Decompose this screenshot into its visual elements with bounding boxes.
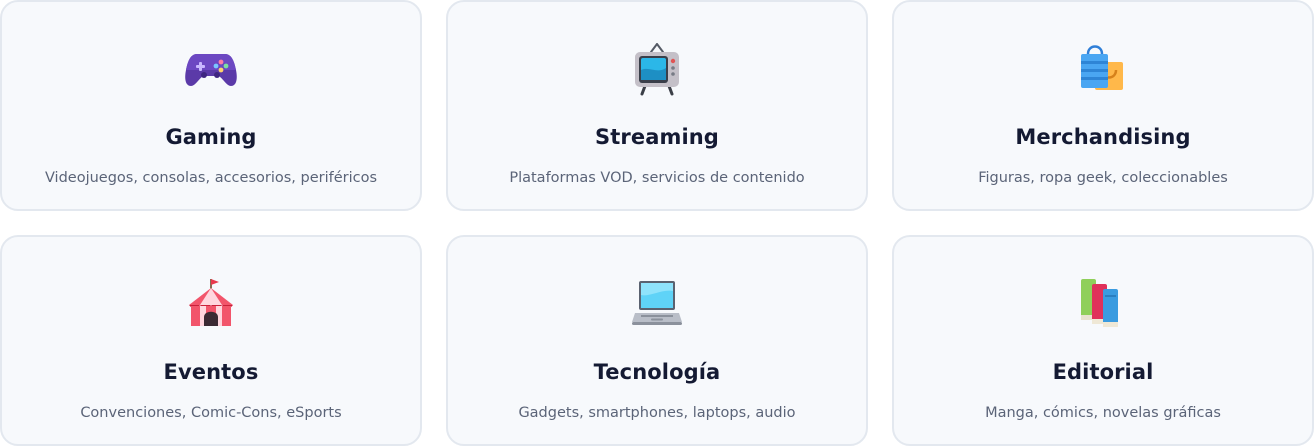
category-title: Merchandising	[1015, 125, 1191, 149]
circus-tent-icon	[183, 275, 239, 331]
category-title: Editorial	[1052, 360, 1154, 384]
category-card-merchandising[interactable]: Merchandising Figuras, ropa geek, colecc…	[892, 0, 1314, 211]
category-title: Streaming	[595, 125, 719, 149]
category-description: Videojuegos, consolas, accesorios, perif…	[44, 170, 378, 186]
category-description: Convenciones, Comic-Cons, eSports	[80, 405, 342, 421]
television-icon	[629, 40, 685, 96]
laptop-icon	[629, 275, 685, 331]
category-title: Tecnología	[593, 360, 721, 384]
game-controller-icon	[183, 40, 239, 96]
category-title: Gaming	[165, 125, 257, 149]
category-description: Manga, cómics, novelas gráficas	[985, 405, 1221, 421]
category-description: Gadgets, smartphones, laptops, audio	[518, 405, 796, 421]
books-icon	[1075, 275, 1131, 331]
category-description: Plataformas VOD, servicios de contenido	[509, 170, 805, 186]
category-description: Figuras, ropa geek, coleccionables	[978, 170, 1228, 186]
shopping-bags-icon	[1075, 40, 1131, 96]
category-grid: Gaming Videojuegos, consolas, accesorios…	[0, 0, 1314, 448]
category-title: Eventos	[163, 360, 259, 384]
category-card-tecnologia[interactable]: Tecnología Gadgets, smartphones, laptops…	[446, 235, 868, 446]
category-card-eventos[interactable]: Eventos Convenciones, Comic-Cons, eSport…	[0, 235, 422, 446]
category-card-editorial[interactable]: Editorial Manga, cómics, novelas gráfica…	[892, 235, 1314, 446]
category-card-streaming[interactable]: Streaming Plataformas VOD, servicios de …	[446, 0, 868, 211]
category-card-gaming[interactable]: Gaming Videojuegos, consolas, accesorios…	[0, 0, 422, 211]
